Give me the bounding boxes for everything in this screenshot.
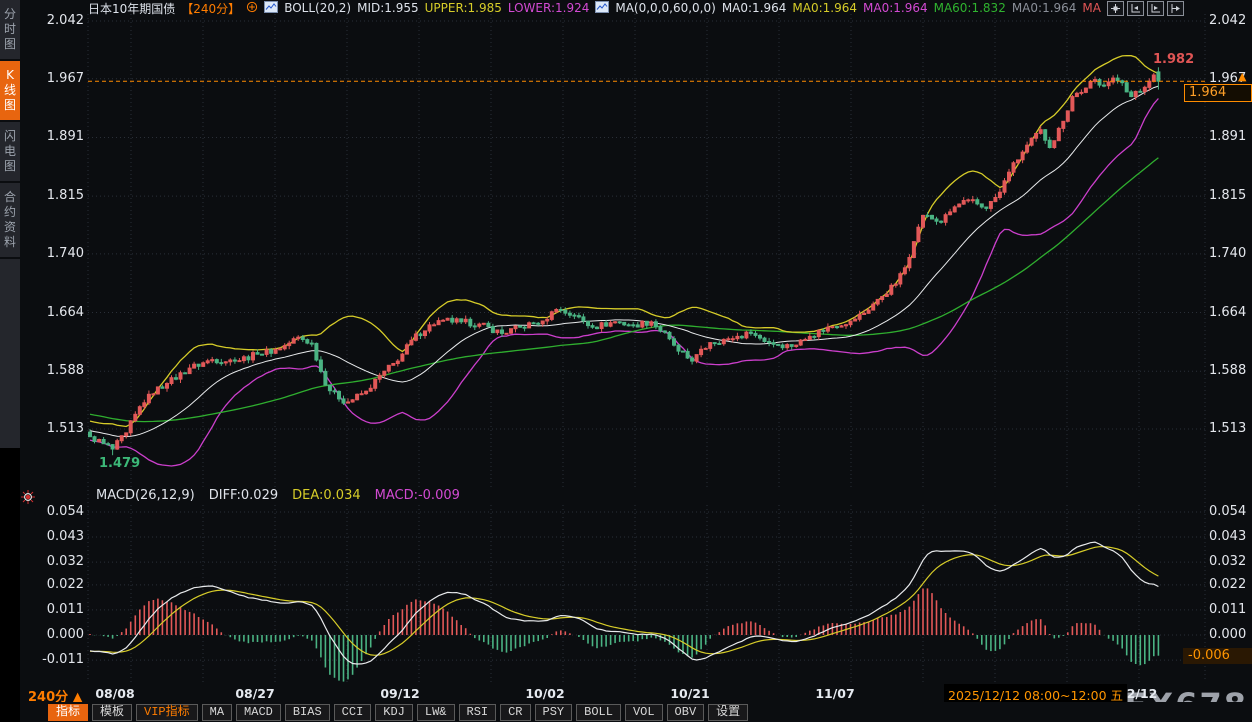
toolbar-item-OBV[interactable]: OBV xyxy=(667,704,705,721)
high-price-marker: 1.982 xyxy=(1153,52,1194,67)
macd-axis-label: 0.000 xyxy=(28,627,84,642)
trading-app-window: 分 时 图K 线 图闪 电 图合 约 资 料 日本10年期国债【240分】 BOL… xyxy=(0,0,1252,722)
boll-lower-value: LOWER:1.924 xyxy=(508,1,590,15)
move-icon[interactable] xyxy=(1107,1,1124,16)
x-axis-date: 10/21 xyxy=(660,686,720,701)
toolbar-item-RSI[interactable]: RSI xyxy=(459,704,497,721)
sidebar-item-3[interactable]: 合 约 资 料 xyxy=(0,183,20,259)
macd-axis-label: 0.022 xyxy=(1209,577,1251,592)
boll-upper-value: UPPER:1.985 xyxy=(425,1,502,15)
candles-down-layer xyxy=(89,67,1160,455)
price-axis-label: 1.740 xyxy=(1209,246,1251,261)
toolbar-item-模板[interactable]: 模板 xyxy=(92,704,132,721)
up-arrow-icon: ▲ xyxy=(1238,70,1246,83)
price-axis-label: 1.891 xyxy=(28,129,84,144)
price-axis-label: 1.513 xyxy=(1209,421,1251,436)
price-axis-label: 1.513 xyxy=(28,421,84,436)
ma0-yellow-value: MA0:1.964 xyxy=(792,1,857,15)
macd-diff-value: DIFF:0.029 xyxy=(209,488,278,503)
toolbar-item-CR[interactable]: CR xyxy=(500,704,530,721)
price-axis-label: 2.042 xyxy=(1209,13,1251,28)
low-price-marker: 1.479 xyxy=(99,456,140,471)
gridlines xyxy=(88,14,1205,682)
sun-icon xyxy=(21,489,35,508)
current-price-badge: 1.964 xyxy=(1184,84,1252,102)
macd-axis-label: 0.032 xyxy=(28,554,84,569)
x-axis-date: 09/12 xyxy=(370,686,430,701)
chart-mini-icon[interactable] xyxy=(595,1,609,16)
sidebar-item-0[interactable]: 分 时 图 xyxy=(0,0,20,61)
toolbar-item-设置[interactable]: 设置 xyxy=(708,704,748,721)
ma0-magenta-value: MA0:1.964 xyxy=(863,1,928,15)
toolbar-item-BIAS[interactable]: BIAS xyxy=(285,704,330,721)
toolbar-item-VOL[interactable]: VOL xyxy=(625,704,663,721)
pan-left-icon[interactable] xyxy=(1127,1,1144,16)
left-sidebar: 分 时 图K 线 图闪 电 图合 约 资 料 xyxy=(0,0,20,722)
price-axis-label: 1.967 xyxy=(28,71,84,86)
price-axis-label: 1.588 xyxy=(28,363,84,378)
ma60-green-value: MA60:1.832 xyxy=(934,1,1006,15)
sidebar-item-1[interactable]: K 线 图 xyxy=(0,61,20,122)
toolbar-item-LW&[interactable]: LW& xyxy=(417,704,455,721)
macd-axis-label: -0.011 xyxy=(28,652,84,667)
chart-mini-icon[interactable] xyxy=(264,1,278,16)
period-label: 【240分】 xyxy=(181,0,240,17)
boll-label: BOLL(20,2) xyxy=(284,1,351,15)
sidebar-tabs: 分 时 图K 线 图闪 电 图合 约 资 料 xyxy=(0,0,20,448)
bar-time-tooltip: 2025/12/12 08:00~12:00 五 xyxy=(944,684,1127,702)
macd-pane xyxy=(90,542,1158,682)
x-axis-date: 11/07 xyxy=(805,686,865,701)
toolbar-item-MA[interactable]: MA xyxy=(202,704,232,721)
price-chart-svg[interactable] xyxy=(0,0,1252,722)
boll-mid-value: MID:1.955 xyxy=(357,1,419,15)
ma-label: MA(0,0,0,60,0,0) xyxy=(615,1,715,15)
macd-axis-label: 0.011 xyxy=(1209,602,1251,617)
macd-axis-label: 0.054 xyxy=(28,504,84,519)
price-axis-label: 1.588 xyxy=(1209,363,1251,378)
ma-red-label: MA xyxy=(1082,1,1101,15)
ma0-white-value: MA0:1.964 xyxy=(722,1,787,15)
pan-right-icon[interactable] xyxy=(1147,1,1164,16)
toolbar-item-MACD[interactable]: MACD xyxy=(236,704,281,721)
price-axis-label: 1.891 xyxy=(1209,129,1251,144)
macd-axis-label: 0.011 xyxy=(28,602,84,617)
x-axis-row: 240分 ▲ 2025/12/12 08:00~12:00 五 12/12 08… xyxy=(0,684,1252,702)
toolbar-item-CCI[interactable]: CCI xyxy=(334,704,372,721)
price-axis-label: 1.815 xyxy=(28,188,84,203)
macd-axis-label: 0.043 xyxy=(1209,529,1251,544)
toolbar-item-指标[interactable]: 指标 xyxy=(48,704,88,721)
macd-axis-label: 0.032 xyxy=(1209,554,1251,569)
sidebar-item-2[interactable]: 闪 电 图 xyxy=(0,122,20,183)
chart-title: 日本10年期国债 xyxy=(88,0,175,17)
macd-value-badge: -0.006 xyxy=(1183,648,1252,664)
collapse-right-icon[interactable] xyxy=(1167,1,1184,16)
window-toolbar-icons xyxy=(1107,1,1184,16)
price-axis-label: 1.740 xyxy=(28,246,84,261)
x-axis-date: 10/02 xyxy=(515,686,575,701)
x-axis-date: 08/27 xyxy=(225,686,285,701)
macd-axis-label: 0.000 xyxy=(1209,627,1251,642)
price-axis-label: 1.664 xyxy=(28,305,84,320)
indicator-header: 日本10年期国债【240分】 BOLL(20,2) MID:1.955 UPPER:1… xyxy=(88,0,1101,16)
price-axis-label: 2.042 xyxy=(28,13,84,28)
macd-axis-label: 0.043 xyxy=(28,529,84,544)
macd-axis-label: 0.054 xyxy=(1209,504,1251,519)
x-axis-date: 08/08 xyxy=(85,686,145,701)
price-pane xyxy=(89,56,1160,466)
ma0-gray-value: MA0:1.964 xyxy=(1012,1,1077,15)
candles-up-layer xyxy=(98,73,1156,450)
indicator-toolbar: 指标模板VIP指标MAMACDBIASCCIKDJLW&RSICR PSYBOLL… xyxy=(20,702,1252,722)
macd-axis-label: 0.022 xyxy=(28,577,84,592)
toolbar-item-KDJ[interactable]: KDJ xyxy=(375,704,413,721)
toolbar-item-VIP指标[interactable]: VIP指标 xyxy=(136,704,198,721)
price-axis-label: 1.664 xyxy=(1209,305,1251,320)
macd-dea-value: DEA:0.034 xyxy=(292,488,361,503)
toolbar-item-BOLL[interactable]: BOLL xyxy=(576,704,621,721)
macd-macd-value: MACD:-0.009 xyxy=(375,488,460,503)
toolbar-item-PSY[interactable]: PSY xyxy=(535,704,573,721)
macd-label: MACD(26,12,9) xyxy=(96,488,195,503)
price-axis-label: 1.815 xyxy=(1209,188,1251,203)
macd-header-row: MACD(26,12,9) DIFF:0.029 DEA:0.034 MACD:… xyxy=(96,488,460,503)
plus-circle-icon[interactable] xyxy=(246,1,258,16)
